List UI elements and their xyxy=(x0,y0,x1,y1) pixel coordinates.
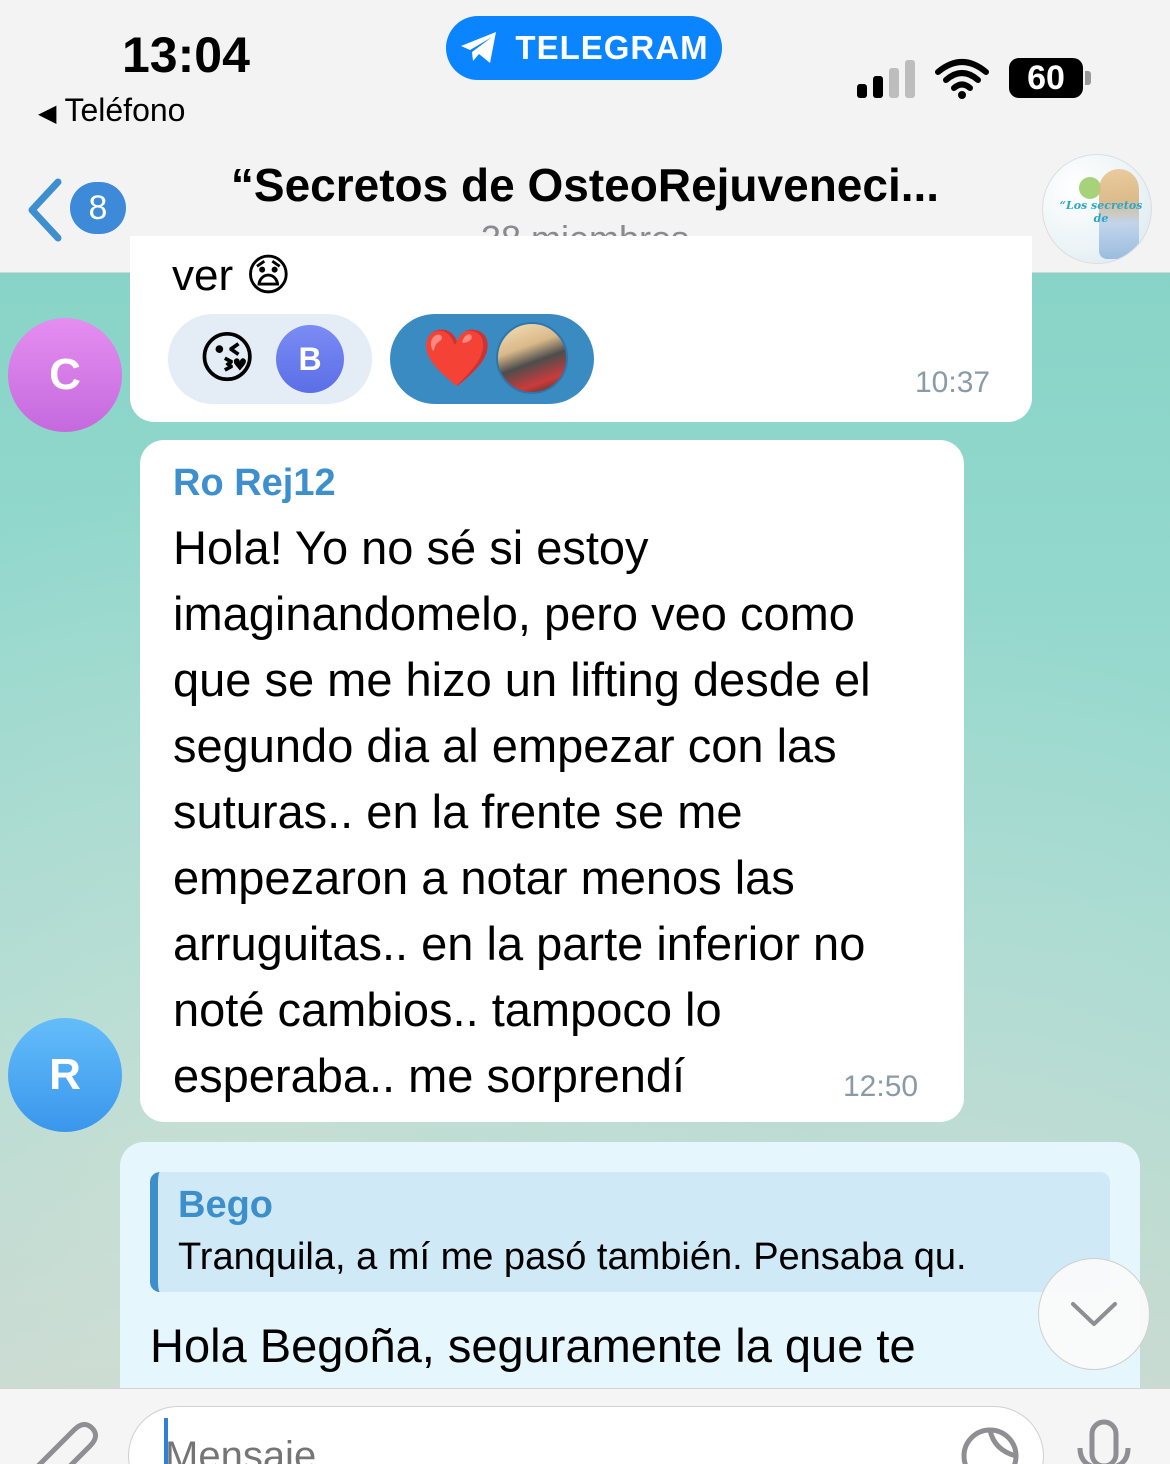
back-app-label: Teléfono xyxy=(64,92,186,128)
reaction-user-photo-avatar xyxy=(496,322,568,394)
group-avatar[interactable]: “Los secretos de xyxy=(1042,154,1152,264)
message-input[interactable] xyxy=(128,1406,1044,1464)
telegram-icon xyxy=(461,32,497,63)
back-to-app[interactable]: ◀ Teléfono xyxy=(38,92,185,129)
quote-text: Tranquila, a mí me pasó también. Pensaba… xyxy=(178,1236,967,1278)
quote-sender-name: Bego xyxy=(178,1184,273,1226)
heart-emoji: ❤️ xyxy=(422,326,492,389)
telegram-pill-label: TELEGRAM xyxy=(515,29,709,66)
back-triangle-icon: ◀ xyxy=(38,100,57,127)
sticker-icon[interactable] xyxy=(958,1424,1022,1464)
paperclip-icon[interactable] xyxy=(30,1410,100,1464)
kiss-emoji: 😘 xyxy=(198,326,257,389)
message-text: Hola! Yo no sé si estoy imaginandomelo, … xyxy=(173,521,871,1102)
message-text: Hola Begoña, seguramente la que te xyxy=(150,1319,916,1372)
unread-count-badge[interactable]: 8 xyxy=(70,182,126,234)
back-chevron-icon[interactable] xyxy=(24,178,64,242)
status-time: 13:04 xyxy=(122,27,250,83)
telegram-pill[interactable]: TELEGRAM xyxy=(446,16,722,80)
chevron-down-icon xyxy=(1071,1302,1117,1326)
wifi-icon xyxy=(935,59,989,99)
sender-name[interactable]: Ro Rej12 xyxy=(173,462,336,505)
chat-title[interactable]: “Secretos de OsteoRejuveneci... xyxy=(180,158,990,212)
sender-avatar[interactable]: R xyxy=(8,1018,122,1132)
frightened-face-emoji: 😧 xyxy=(245,251,292,300)
message-time: 12:50 xyxy=(843,1070,919,1103)
sender-avatar[interactable]: C xyxy=(8,318,122,432)
message-cut-text: ver 😧 xyxy=(172,251,292,300)
scroll-to-bottom-button[interactable] xyxy=(1038,1258,1150,1370)
battery-nub xyxy=(1085,71,1091,85)
avatar-logo-text: “Los secretos de xyxy=(1059,199,1143,225)
microphone-icon[interactable] xyxy=(1074,1418,1134,1464)
cellular-signal-icon xyxy=(857,58,915,98)
reaction-user-avatar: B xyxy=(276,325,344,393)
battery-indicator: 60 xyxy=(1009,58,1083,98)
text-caret xyxy=(164,1418,168,1464)
avatar-ball xyxy=(1079,177,1101,199)
message-time: 10:37 xyxy=(915,366,991,399)
